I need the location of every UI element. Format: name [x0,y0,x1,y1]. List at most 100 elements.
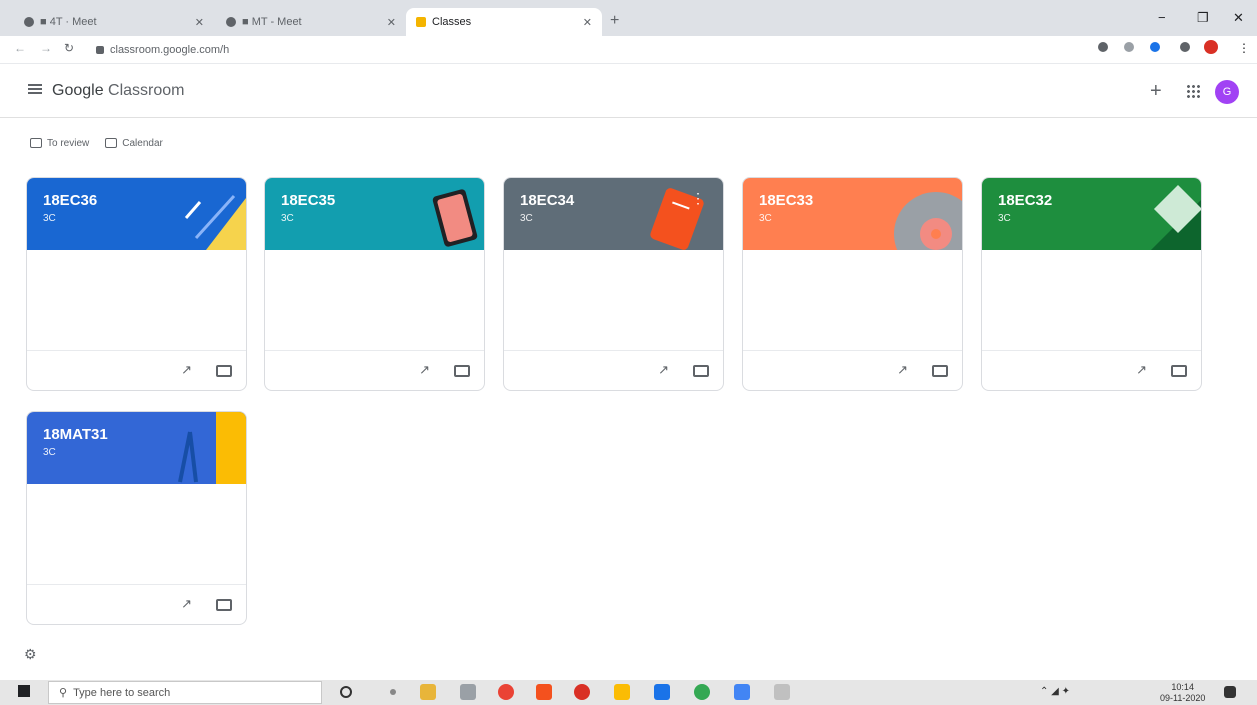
system-tray-icons[interactable]: ⌃ ◢ ✦ [1040,686,1070,697]
extension-icon[interactable] [1098,42,1108,52]
clock-date: 09-11-2020 [1160,693,1206,703]
class-card[interactable]: 18EC35 3C ↗ [264,177,485,391]
app-icon[interactable] [614,684,630,700]
classroom-favicon-icon [416,17,426,27]
class-card-header[interactable]: 18EC36 3C [27,178,246,250]
app-icon[interactable] [574,684,590,700]
class-card[interactable]: 18EC36 3C ↗ [26,177,247,391]
calendar-label: Calendar [122,138,163,149]
class-section: 3C [43,213,56,224]
start-menu-icon[interactable] [18,685,30,697]
app-icon[interactable] [654,684,670,700]
class-card-header[interactable]: 18EC34 3C ⋮ [504,178,723,250]
search-icon: ⚲ [59,687,68,699]
maximize-button[interactable]: ❐ [1197,10,1209,26]
browser-tab-3[interactable]: Classes ✕ [406,8,602,36]
chrome-icon[interactable] [498,684,514,700]
class-title[interactable]: 18EC32 [998,192,1185,209]
class-card[interactable]: 18EC32 3C ↗ [981,177,1202,391]
add-class-icon[interactable]: + [1150,80,1162,103]
trending-icon[interactable]: ↗ [897,362,908,378]
tab-label: ■ 4T · Meet [40,16,97,28]
settings-gear-icon[interactable]: ⚙ [24,646,37,663]
class-title[interactable]: 18MAT31 [43,426,230,443]
main-menu-icon[interactable] [28,84,42,94]
app-icon[interactable] [460,684,476,700]
account-avatar[interactable]: G [1215,80,1239,104]
lock-icon [96,46,104,54]
app-icon[interactable] [734,684,750,700]
class-title[interactable]: 18EC34 [520,192,707,209]
card-footer: ↗ [27,350,246,390]
subnav: To review Calendar [30,138,163,149]
class-section: 3C [281,213,294,224]
class-title[interactable]: 18EC35 [281,192,468,209]
cortana-icon[interactable] [340,686,352,698]
close-tab-icon[interactable]: ✕ [195,16,204,29]
minimize-button[interactable]: − [1158,10,1166,25]
class-section: 3C [759,213,772,224]
class-card[interactable]: 18MAT31 3C ↗ [26,411,247,625]
extension-icon[interactable] [1124,42,1134,52]
folder-icon[interactable] [932,365,948,377]
brand-product: Classroom [103,82,185,99]
avatar-initial: G [1222,86,1232,98]
to-review-link[interactable]: To review [30,138,89,149]
folder-icon[interactable] [1171,365,1187,377]
folder-icon[interactable] [216,365,232,377]
forward-icon[interactable]: → [40,41,52,55]
back-icon[interactable]: ← [14,41,26,55]
more-menu-icon[interactable]: ⋮ [1238,41,1250,55]
trending-icon[interactable]: ↗ [419,362,430,378]
calendar-link[interactable]: Calendar [105,138,163,149]
class-card-header[interactable]: 18MAT31 3C [27,412,246,484]
trending-icon[interactable]: ↗ [658,362,669,378]
clock[interactable]: 10:14 09-11-2020 [1160,682,1205,704]
class-title[interactable]: 18EC33 [759,192,946,209]
trending-icon[interactable]: ↗ [181,596,192,612]
class-section: 3C [998,213,1011,224]
to-review-label: To review [47,138,90,149]
app-icon[interactable] [694,684,710,700]
calendar-icon [105,138,118,149]
class-section: 3C [520,213,533,224]
card-more-icon[interactable]: ⋮ [691,190,705,207]
class-card-header[interactable]: 18EC32 3C [982,178,1201,250]
class-card[interactable]: 18EC34 3C ⋮ ↗ [503,177,724,391]
apps-grid-icon[interactable] [1186,84,1200,98]
brand-google: Google [52,82,104,99]
extensions-puzzle-icon[interactable] [1180,42,1190,52]
folder-icon[interactable] [454,365,470,377]
clock-time: 10:14 [1171,682,1194,692]
close-tab-icon[interactable]: ✕ [583,16,592,29]
class-card-header[interactable]: 18EC35 3C [265,178,484,250]
close-tab-icon[interactable]: ✕ [387,16,396,29]
app-logo[interactable]: Google Classroom [52,82,185,100]
trending-icon[interactable]: ↗ [1136,362,1147,378]
address-bar[interactable]: classroom.google.com/h [96,40,1056,60]
app-header [0,64,1257,118]
notifications-icon[interactable] [1224,686,1236,698]
close-window-button[interactable]: ✕ [1233,10,1244,26]
browser-tab-2[interactable]: ■ MT - Meet ✕ [216,8,406,36]
tab-label: ■ MT - Meet [242,16,302,28]
card-footer: ↗ [504,350,723,390]
class-card[interactable]: 18EC33 3C ↗ [742,177,963,391]
file-explorer-icon[interactable] [420,684,436,700]
class-title[interactable]: 18EC36 [43,192,230,209]
task-view-icon[interactable] [390,689,396,695]
class-card-header[interactable]: 18EC33 3C [743,178,962,250]
profile-icon[interactable] [1204,40,1218,54]
taskbar-search-input[interactable]: ⚲ Type here to search [48,681,322,704]
app-icon[interactable] [536,684,552,700]
folder-icon[interactable] [216,599,232,611]
app-icon[interactable] [774,684,790,700]
new-tab-button[interactable]: + [610,12,619,30]
browser-tab-1[interactable]: ■ 4T · Meet ✕ [14,8,214,36]
folder-icon[interactable] [693,365,709,377]
review-icon [30,138,42,149]
search-placeholder: Type here to search [73,686,171,699]
reload-icon[interactable]: ↻ [64,41,74,55]
trending-icon[interactable]: ↗ [181,362,192,378]
extension-icon[interactable] [1150,42,1160,52]
